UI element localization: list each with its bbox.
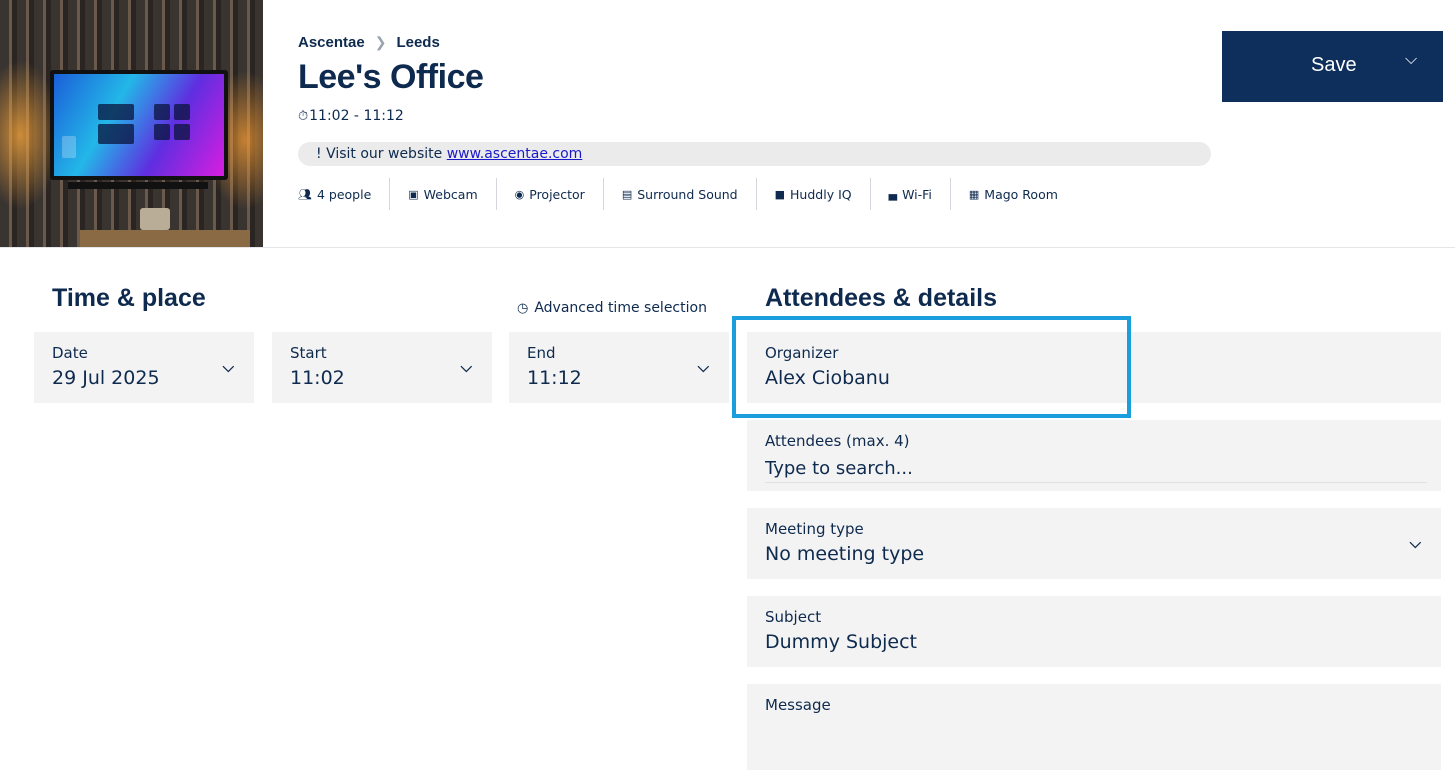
projector-icon: ◉ — [514, 187, 525, 201]
website-link[interactable]: www.ascentae.com — [447, 146, 583, 162]
tv-display — [50, 70, 228, 180]
camera-icon: ■ — [774, 187, 786, 201]
amenity-huddly-iq: ■ Huddly IQ — [755, 178, 870, 210]
meeting-type-label: Meeting type — [765, 520, 864, 538]
booking-time-range: ⏱ 11:02 - 11:12 — [298, 108, 404, 124]
organizer-label: Organizer — [765, 344, 839, 362]
organizer-value: Alex Ciobanu — [765, 367, 890, 389]
save-button[interactable]: Save ⌵ — [1222, 31, 1443, 102]
amenity-label: Huddly IQ — [790, 186, 852, 202]
breadcrumb-org[interactable]: Ascentae — [298, 34, 365, 51]
save-button-label: Save — [1311, 54, 1357, 76]
amenity-webcam: ▣ Webcam — [389, 178, 495, 210]
date-label: Date — [52, 344, 88, 362]
chevron-right-icon: ❯ — [374, 34, 387, 50]
amenity-label: Mago Room — [984, 186, 1058, 202]
date-value: 29 Jul 2025 — [52, 367, 160, 389]
chevron-down-icon[interactable]: ⌵ — [1405, 51, 1417, 69]
amenity-label: Projector — [529, 186, 585, 202]
breadcrumb: Ascentae ❯ Leeds — [298, 34, 440, 51]
chevron-down-icon: ⌵ — [697, 358, 709, 376]
attendees-label: Attendees (max. 4) — [765, 432, 910, 450]
amenity-projector: ◉ Projector — [495, 178, 603, 210]
attendees-details-heading: Attendees & details — [765, 284, 998, 312]
breadcrumb-location[interactable]: Leeds — [396, 34, 439, 51]
notice-text: ! Visit our website — [316, 146, 447, 162]
amenity-label: 4 people — [316, 186, 372, 202]
chevron-down-icon: ⌵ — [460, 358, 472, 376]
amenity-mago-room: ▦ Mago Room — [949, 178, 1076, 210]
meeting-type-value: No meeting type — [765, 543, 925, 565]
start-label: Start — [290, 344, 327, 362]
end-time-select[interactable]: End 11:12 ⌵ — [509, 332, 729, 403]
message-label: Message — [765, 696, 831, 714]
organizer-field[interactable]: Organizer Alex Ciobanu — [747, 332, 1441, 403]
amenity-label: Webcam — [423, 186, 478, 202]
amenity-wifi: ▄ Wi-Fi — [869, 178, 950, 210]
chevron-down-icon: ⌵ — [222, 358, 234, 376]
meeting-type-select[interactable]: Meeting type No meeting type ⌵ — [747, 508, 1441, 579]
subject-label: Subject — [765, 608, 822, 626]
page-title: Lee's Office — [298, 58, 484, 96]
time-range-text: 11:02 - 11:12 — [309, 108, 404, 124]
stopwatch-icon: ⏱ — [298, 108, 309, 124]
clock-icon: ◷ — [517, 300, 529, 316]
screen-icon: ▦ — [968, 187, 980, 201]
amenity-label: Surround Sound — [637, 186, 738, 202]
subject-field[interactable]: Subject Dummy Subject — [747, 596, 1441, 667]
amenity-surround-sound: ▤ Surround Sound — [602, 178, 756, 210]
end-value: 11:12 — [527, 367, 582, 389]
end-label: End — [527, 344, 556, 362]
amenities-list: 👥︎ 4 people ▣ Webcam ◉ Projector ▤ Surro… — [298, 178, 1076, 210]
time-place-heading: Time & place — [52, 284, 206, 312]
attendees-search-input[interactable] — [765, 455, 1427, 483]
date-select[interactable]: Date 29 Jul 2025 ⌵ — [34, 332, 254, 403]
subject-value: Dummy Subject — [765, 631, 917, 653]
advanced-time-selection-label: Advanced time selection — [534, 300, 707, 316]
start-value: 11:02 — [290, 367, 345, 389]
attendees-field: Attendees (max. 4) — [747, 420, 1441, 491]
amenity-people: 👥︎ 4 people — [298, 178, 389, 210]
room-photo — [0, 0, 263, 247]
speaker-icon: ▤ — [621, 187, 633, 201]
website-notice: ! Visit our website www.ascentae.com — [298, 142, 1211, 166]
wifi-router-icon: ▄ — [888, 187, 898, 201]
advanced-time-selection-link[interactable]: ◷ Advanced time selection — [517, 300, 707, 316]
webcam-icon: ▣ — [408, 187, 419, 201]
message-field[interactable]: Message — [747, 684, 1441, 770]
header-divider — [0, 247, 1455, 248]
amenity-label: Wi-Fi — [902, 186, 932, 202]
start-time-select[interactable]: Start 11:02 ⌵ — [272, 332, 492, 403]
people-icon: 👥︎ — [298, 187, 312, 201]
chevron-down-icon: ⌵ — [1409, 534, 1421, 552]
